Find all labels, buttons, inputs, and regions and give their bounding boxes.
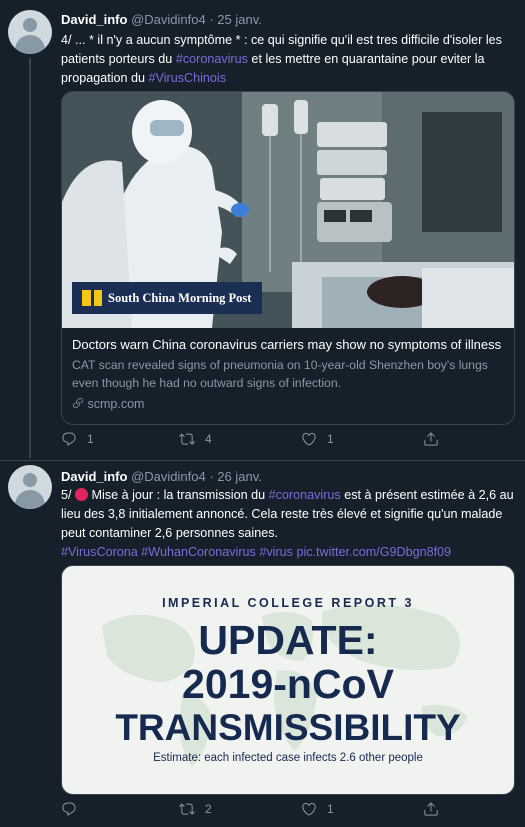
media-link[interactable]: pic.twitter.com/G9Dbgn8f09 — [296, 545, 451, 559]
hashtag-link[interactable]: #coronavirus — [269, 488, 341, 502]
heart-icon — [302, 432, 316, 446]
like-count: 1 — [327, 802, 334, 816]
text-segment: Mise à jour : la transmission du — [88, 488, 269, 502]
share-button[interactable] — [423, 431, 449, 447]
share-icon — [424, 432, 438, 446]
headline-line-2: 2019-nCoV — [182, 661, 394, 707]
reply-icon — [62, 432, 76, 446]
tweet-header: David_info @Davidinfo4 · 25 janv. — [61, 12, 262, 27]
logo-text: South China Morning Post — [108, 290, 252, 305]
card-domain-text: scmp.com — [87, 397, 145, 411]
author-handle[interactable]: @Davidinfo4 — [131, 12, 206, 27]
card-domain: scmp.com — [72, 395, 504, 413]
like-button[interactable]: 1 — [301, 801, 334, 817]
reply-button[interactable] — [61, 801, 87, 817]
image-caption: Estimate: each infected case infects 2.6… — [153, 752, 423, 764]
reply-icon — [62, 802, 76, 816]
tweet-text: 4/ ... * il n'y a aucun symptôme * : ce … — [61, 31, 516, 88]
card-image: South China Morning Post — [62, 92, 514, 328]
tweet-date[interactable]: · 26 janv. — [209, 469, 262, 484]
retweet-icon — [179, 433, 195, 445]
heart-icon — [302, 802, 316, 816]
tweet-actions: 2 1 — [61, 801, 481, 821]
red-circle-emoji-icon — [75, 488, 89, 501]
card-description: CAT scan revealed signs of pneumonia on … — [72, 358, 488, 390]
retweet-count: 4 — [205, 432, 212, 446]
reply-button[interactable]: 1 — [61, 431, 94, 447]
report-kicker: IMPERIAL COLLEGE REPORT 3 — [162, 596, 414, 610]
retweet-button[interactable]: 4 — [179, 431, 212, 447]
tweet-header: David_info @Davidinfo4 · 26 janv. — [61, 469, 262, 484]
avatar[interactable] — [8, 465, 52, 509]
headline-line-1: UPDATE: — [198, 617, 378, 663]
tweet-image[interactable]: IMPERIAL COLLEGE REPORT 3 UPDATE: 2019-n… — [61, 565, 515, 795]
text-segment: 5/ — [61, 488, 76, 502]
hashtag-link[interactable]: #virus — [259, 545, 293, 559]
tweet-actions: 1 4 1 — [61, 431, 481, 451]
retweet-icon — [179, 803, 195, 815]
author-handle[interactable]: @Davidinfo4 — [131, 469, 206, 484]
hashtag-link[interactable]: #coronavirus — [176, 52, 248, 66]
author-name[interactable]: David_info — [61, 12, 127, 27]
hashtag-link[interactable]: #VirusCorona — [61, 545, 138, 559]
card-title: Doctors warn China coronavirus carriers … — [72, 337, 502, 352]
share-icon — [424, 802, 438, 816]
share-button[interactable] — [423, 801, 449, 817]
logo-mark — [82, 290, 102, 306]
like-button[interactable]: 1 — [301, 431, 334, 447]
like-count: 1 — [327, 432, 334, 446]
reply-count: 1 — [87, 432, 94, 446]
avatar[interactable] — [8, 10, 52, 54]
tweet-divider — [0, 460, 525, 461]
link-icon — [73, 398, 83, 409]
hashtag-link[interactable]: #VirusChinois — [149, 71, 226, 85]
tweet-text: 5/ Mise à jour : la transmission du #cor… — [61, 486, 516, 562]
headline-line-3: TRANSMISSIBILITY — [115, 707, 461, 748]
retweet-count: 2 — [205, 802, 212, 816]
tweet-date[interactable]: · 25 janv. — [209, 12, 262, 27]
hashtag-link[interactable]: #WuhanCoronavirus — [141, 545, 256, 559]
newspaper-logo: South China Morning Post — [72, 282, 262, 314]
retweet-button[interactable]: 2 — [179, 801, 212, 817]
author-name[interactable]: David_info — [61, 469, 127, 484]
link-card[interactable]: South China Morning Post Doctors warn Ch… — [61, 91, 515, 425]
thread-line — [29, 58, 31, 458]
